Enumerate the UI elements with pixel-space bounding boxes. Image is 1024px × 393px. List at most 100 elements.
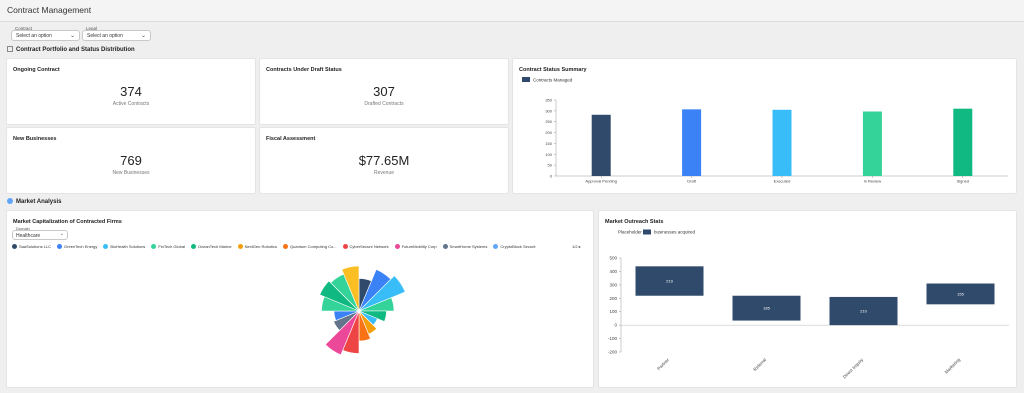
domain-filter[interactable]: Domain Healthcare ⌄ [12, 226, 68, 240]
chevron-down-icon: ⌄ [69, 33, 75, 39]
legend-dot [237, 244, 243, 249]
bar-value-label: 219 [666, 279, 673, 284]
y-tick-label: 150 [545, 141, 552, 146]
status-bar-chart: Contracts Managed 0 50 100 150 200 250 300 350 Ap… [522, 77, 1008, 184]
table-icon [7, 46, 13, 52]
status-bar [591, 114, 611, 176]
y-tick-label: 300 [609, 282, 617, 287]
kpi-card-ongoing: Ongoing Contract 374 Active Contracts [6, 58, 256, 125]
legend-item[interactable]: Quantum Computing Co... [283, 244, 337, 249]
app-title: Contract Management [7, 5, 92, 15]
legend-label: FinTech Global [158, 244, 185, 249]
y-tick-label: 350 [545, 98, 552, 103]
kpi-title: Contracts Under Draft Status [266, 67, 342, 73]
globe-icon [7, 198, 13, 204]
bar-value-label: 210 [860, 309, 867, 314]
legend-item[interactable]: SmartHome Systems [442, 244, 488, 249]
domain-value: Healthcare [16, 232, 41, 239]
legend-item[interactable]: FinTech Global [151, 244, 185, 249]
legend-item[interactable]: CryptoBlock Securit [493, 244, 535, 249]
legend-swatch [522, 77, 530, 82]
legend-dot [342, 244, 348, 249]
domain-select[interactable]: Healthcare ⌄ [12, 230, 68, 240]
legend-pager[interactable]: 1/2 ▸ [572, 244, 581, 249]
legend-label: SmartHome Systems [449, 244, 488, 249]
y-tick-label: 200 [545, 130, 552, 135]
legend-label: CyberSecure Network [349, 244, 389, 249]
kpi-subtitle: Active Contracts [112, 101, 150, 107]
x-tick-label: Approval Pending [585, 179, 617, 184]
kpi-subtitle: New Businesses [112, 170, 150, 176]
market-cap-rose-chart [319, 265, 406, 356]
market-cap-card: Market Capitalization of Contracted Firm… [6, 210, 594, 388]
legend-dot [442, 244, 448, 249]
kpi-value: 307 [373, 84, 395, 99]
legal-counsel-select[interactable]: Select an option ⌄ [82, 30, 151, 41]
legend-page-indicator: 1/2 [572, 244, 578, 249]
section-market-heading: Market Analysis [7, 198, 61, 205]
legend-dot [12, 244, 17, 249]
legend-dot [57, 244, 63, 249]
market-cap-legend: SaaSolutions LLC GreenTech Energy BioHealt… [12, 244, 582, 252]
kpi-title: Ongoing Contract [13, 67, 60, 73]
y-tick-label: 100 [609, 309, 617, 314]
contract-type-value: Select an option [16, 33, 52, 39]
legend-dot [394, 244, 400, 249]
legend-label: CryptoBlock Securit [500, 244, 536, 249]
legend-label: Contracts Managed [533, 78, 573, 83]
y-tick-label: 0 [550, 174, 553, 179]
section-portfolio-title: Contract Portfolio and Status Distributi… [16, 47, 135, 53]
footer-strip [0, 388, 1024, 393]
legend-label: businesses acquired [654, 230, 696, 235]
y-tick-label: 0 [614, 323, 617, 328]
legend-dot [191, 244, 196, 249]
y-tick-label: 500 [609, 256, 617, 261]
y-tick-label: 400 [609, 269, 617, 274]
legend-item[interactable]: GreenTech Energy [57, 244, 97, 249]
legend-label: Quantum Computing Co... [290, 244, 337, 249]
section-portfolio-heading: Contract Portfolio and Status Distributi… [7, 46, 135, 53]
chevron-right-icon[interactable]: ▸ [579, 244, 581, 249]
legend-label: BioHealth Solutions [110, 244, 146, 249]
bar-value-label: 155 [957, 291, 964, 296]
x-tick-label: Partner [656, 357, 670, 371]
x-tick-label: In Review [864, 179, 882, 184]
status-bar [862, 111, 882, 176]
legend-dot [151, 244, 157, 249]
legend-item[interactable]: BioHealth Solutions [103, 244, 145, 249]
section-market-title: Market Analysis [16, 199, 62, 205]
y-tick-label: 50 [548, 163, 553, 168]
y-tick-label: 200 [609, 296, 617, 301]
legend-label: OceanTech Marine [198, 244, 232, 249]
status-chart-card: Contract Status Summary Contracts Manage… [512, 58, 1017, 194]
x-tick-label: Executed [774, 179, 791, 184]
legend-label: FutureMobility Corp [401, 244, 437, 249]
bar-value-label: 185 [763, 306, 770, 311]
status-bar [772, 109, 792, 176]
status-bar [682, 109, 702, 176]
legend-item[interactable]: FutureMobility Corp [394, 244, 437, 249]
kpi-card-fiscal: Fiscal Assessment $77.65M Revenue [259, 127, 509, 194]
chevron-down-icon: ⌄ [59, 231, 64, 237]
legend-placeholder: Placeholder [618, 230, 642, 235]
x-tick-label: Marketing [944, 357, 962, 375]
kpi-title: New Businesses [13, 136, 57, 142]
legend-label: NextGen Robotics [244, 244, 278, 249]
legend-item[interactable]: NextGen Robotics [237, 244, 278, 249]
legend-item[interactable]: CyberSecure Network [342, 244, 389, 249]
contract-type-select[interactable]: Select an option ⌄ [11, 30, 80, 41]
y-tick-label: 100 [545, 152, 552, 157]
app-header: Contract Management [0, 0, 1024, 22]
status-bar [953, 108, 973, 176]
x-tick-label: Signed [957, 179, 969, 184]
legend-item[interactable]: SaaSolutions LLC [12, 244, 51, 249]
x-tick-label: Draft [687, 179, 697, 184]
y-tick-label: -200 [608, 350, 618, 355]
kpi-value: 769 [120, 153, 142, 168]
y-tick-label: 250 [545, 119, 552, 124]
x-tick-label: Direct Inquiry [842, 357, 865, 380]
outreach-card: Market Outreach Stats Placeholder busines… [598, 210, 1017, 388]
legend-dot [283, 244, 289, 249]
legend-label: SaaSolutions LLC [19, 244, 52, 249]
legend-item[interactable]: OceanTech Marine [191, 244, 232, 249]
